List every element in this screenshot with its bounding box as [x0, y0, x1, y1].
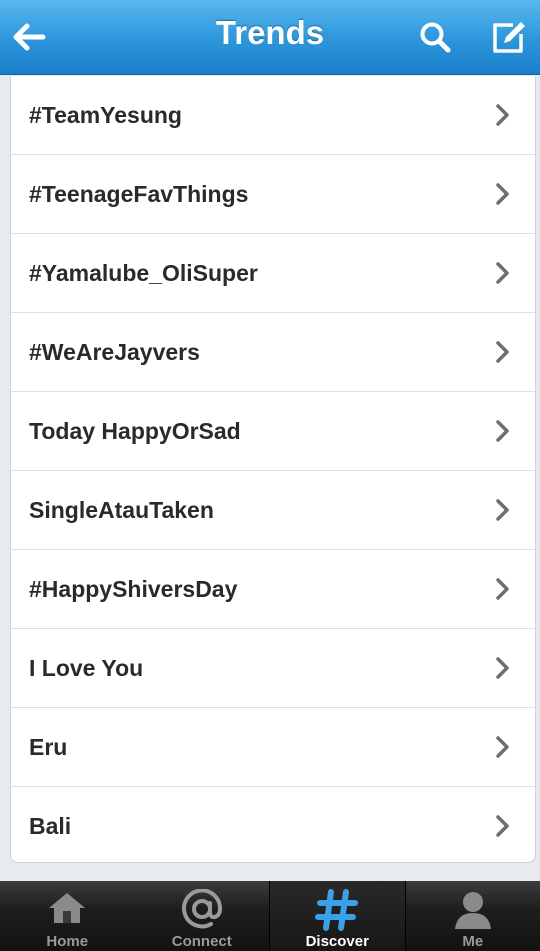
- trend-label: #TeamYesung: [29, 102, 182, 128]
- compose-button[interactable]: [484, 12, 534, 62]
- tab-connect[interactable]: Connect: [135, 881, 270, 951]
- at-icon: [181, 889, 222, 929]
- trend-row[interactable]: Today HappyOrSad: [11, 392, 535, 471]
- trend-row[interactable]: #HappyShiversDay: [11, 550, 535, 629]
- chevron-right-icon: [496, 341, 509, 363]
- trend-label: Bali: [29, 813, 72, 839]
- trend-row[interactable]: #Yamalube_OliSuper: [11, 234, 535, 313]
- home-icon: [49, 893, 86, 923]
- trend-label: #HappyShiversDay: [29, 576, 238, 602]
- trend-label: #Yamalube_OliSuper: [29, 260, 258, 286]
- chevron-right-icon: [496, 499, 509, 521]
- chevron-right-icon: [496, 104, 509, 126]
- chevron-right-icon: [496, 262, 509, 284]
- chevron-right-icon: [496, 736, 509, 758]
- tab-discover[interactable]: Discover: [269, 881, 406, 951]
- search-button[interactable]: [410, 12, 460, 62]
- bottom-tab-bar: Home Connect Discover Me: [0, 881, 540, 951]
- chevron-right-icon: [496, 420, 509, 442]
- trend-row[interactable]: #TeamYesung: [11, 76, 535, 155]
- trend-row[interactable]: Eru: [11, 708, 535, 787]
- trend-row[interactable]: I Love You: [11, 629, 535, 708]
- trend-row[interactable]: Bali: [11, 787, 535, 862]
- top-nav-bar: Trends: [0, 0, 540, 75]
- trend-label: #WeAreJayvers: [29, 339, 200, 365]
- tab-label: Discover: [305, 933, 369, 950]
- hash-icon: [315, 889, 359, 931]
- trend-label: I Love You: [29, 655, 144, 681]
- tab-label: Home: [46, 933, 89, 950]
- tab-me[interactable]: Me: [406, 881, 540, 951]
- tab-label: Me: [462, 933, 484, 950]
- chevron-right-icon: [496, 578, 509, 600]
- trend-label: SingleAtauTaken: [29, 497, 214, 523]
- search-icon: [420, 22, 451, 53]
- trend-row[interactable]: #TeenageFavThings: [11, 155, 535, 234]
- trend-label: Today HappyOrSad: [29, 418, 241, 444]
- chevron-right-icon: [496, 657, 509, 679]
- compose-icon: [493, 22, 525, 53]
- chevron-right-icon: [496, 815, 509, 837]
- trends-list: #TeamYesung #TeenageFavThings #Yamalube_…: [10, 76, 536, 863]
- trend-label: Eru: [29, 734, 68, 760]
- tab-label: Connect: [171, 933, 232, 950]
- trend-row[interactable]: #WeAreJayvers: [11, 313, 535, 392]
- trend-row[interactable]: SingleAtauTaken: [11, 471, 535, 550]
- tab-home[interactable]: Home: [0, 881, 135, 951]
- trend-label: #TeenageFavThings: [29, 181, 249, 207]
- chevron-right-icon: [496, 183, 509, 205]
- person-icon: [454, 892, 491, 929]
